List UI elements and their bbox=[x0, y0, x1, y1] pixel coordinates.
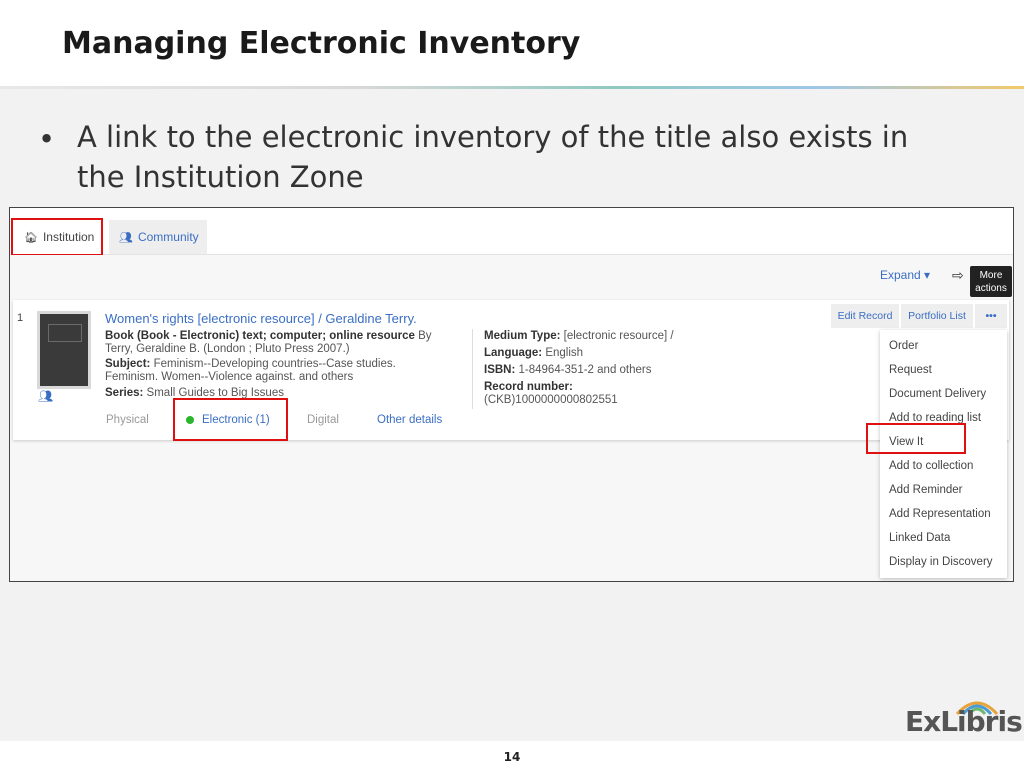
isbn-value: 1-84964-351-2 and others bbox=[515, 364, 652, 376]
more-actions-tooltip: More actions bbox=[970, 266, 1012, 297]
expand-dropdown[interactable]: Expand ▾ bbox=[880, 268, 930, 282]
export-icon[interactable]: ⇨ bbox=[952, 267, 964, 284]
record-number-label: Record number: bbox=[484, 381, 573, 393]
highlight-institution-tab bbox=[11, 218, 103, 256]
more-actions-button[interactable]: ••• bbox=[975, 304, 1007, 328]
record-number-value: (CKB)1000000000802551 bbox=[484, 394, 618, 406]
record-number: Record number: (CKB)1000000000802551 bbox=[484, 381, 684, 407]
medium-value: [electronic resource] / bbox=[560, 330, 674, 342]
menu-item-request[interactable]: Request bbox=[889, 364, 932, 376]
results-toolbar: Expand ▾ ⇨ bbox=[10, 255, 1013, 297]
language-label: Language: bbox=[484, 347, 543, 359]
bullet-marker: • bbox=[38, 122, 56, 156]
slide-title: Managing Electronic Inventory bbox=[62, 26, 581, 61]
series-label: Series: bbox=[105, 387, 144, 399]
menu-item-linked-data[interactable]: Linked Data bbox=[889, 532, 950, 544]
menu-item-add-reminder[interactable]: Add Reminder bbox=[889, 484, 963, 496]
tab-community-label: Community bbox=[137, 230, 199, 244]
more-actions-menu: Order Request Document Delivery Add to r… bbox=[880, 330, 1007, 578]
menu-item-order[interactable]: Order bbox=[889, 340, 918, 352]
menu-item-document-delivery[interactable]: Document Delivery bbox=[889, 388, 986, 400]
highlight-electronic-link bbox=[173, 398, 288, 441]
menu-item-add-representation[interactable]: Add Representation bbox=[889, 508, 991, 520]
language-value: English bbox=[542, 347, 584, 359]
digital-link[interactable]: Digital bbox=[307, 414, 339, 426]
bullet-text: A link to the electronic inventory of th… bbox=[77, 120, 909, 194]
isbn-label: ISBN: bbox=[484, 364, 516, 376]
slide-page-number: 14 bbox=[503, 750, 521, 764]
column-divider bbox=[472, 329, 473, 409]
other-details-link[interactable]: Other details bbox=[377, 414, 442, 426]
menu-item-display-in-discovery[interactable]: Display in Discovery bbox=[889, 556, 993, 568]
portfolio-list-button[interactable]: Portfolio List bbox=[901, 304, 973, 328]
tab-bar: 🏠︎ Institution 👥︎ Community bbox=[10, 208, 1013, 255]
record-subject: Subject: Feminism--Developing countries-… bbox=[105, 358, 445, 384]
shared-people-icon: 👥︎ bbox=[38, 389, 54, 403]
result-index: 1 bbox=[17, 312, 24, 324]
subject-label: Subject: bbox=[105, 358, 151, 370]
medium-label: Medium Type: bbox=[484, 330, 561, 342]
menu-item-add-to-collection[interactable]: Add to collection bbox=[889, 460, 973, 472]
alma-screenshot: 🏠︎ Institution 👥︎ Community Expand ▾ ⇨ M… bbox=[9, 207, 1014, 582]
highlight-view-it bbox=[866, 423, 966, 454]
book-cover-thumbnail[interactable] bbox=[37, 311, 91, 389]
tab-community[interactable]: 👥︎ Community bbox=[109, 220, 207, 254]
record-isbn: ISBN: 1-84964-351-2 and others bbox=[484, 364, 652, 377]
format-label: Book (Book - Electronic) text; computer;… bbox=[105, 330, 415, 342]
record-language: Language: English bbox=[484, 347, 583, 360]
people-icon: 👥︎ bbox=[119, 231, 133, 244]
physical-link[interactable]: Physical bbox=[106, 414, 149, 426]
record-title-link[interactable]: Women's rights [electronic resource] / G… bbox=[105, 311, 417, 326]
record-format: Book (Book - Electronic) text; computer;… bbox=[105, 330, 445, 356]
edit-record-button[interactable]: Edit Record bbox=[831, 304, 899, 328]
exlibris-logo: ExLibris bbox=[905, 705, 1023, 738]
record-medium: Medium Type: [electronic resource] / bbox=[484, 330, 724, 343]
